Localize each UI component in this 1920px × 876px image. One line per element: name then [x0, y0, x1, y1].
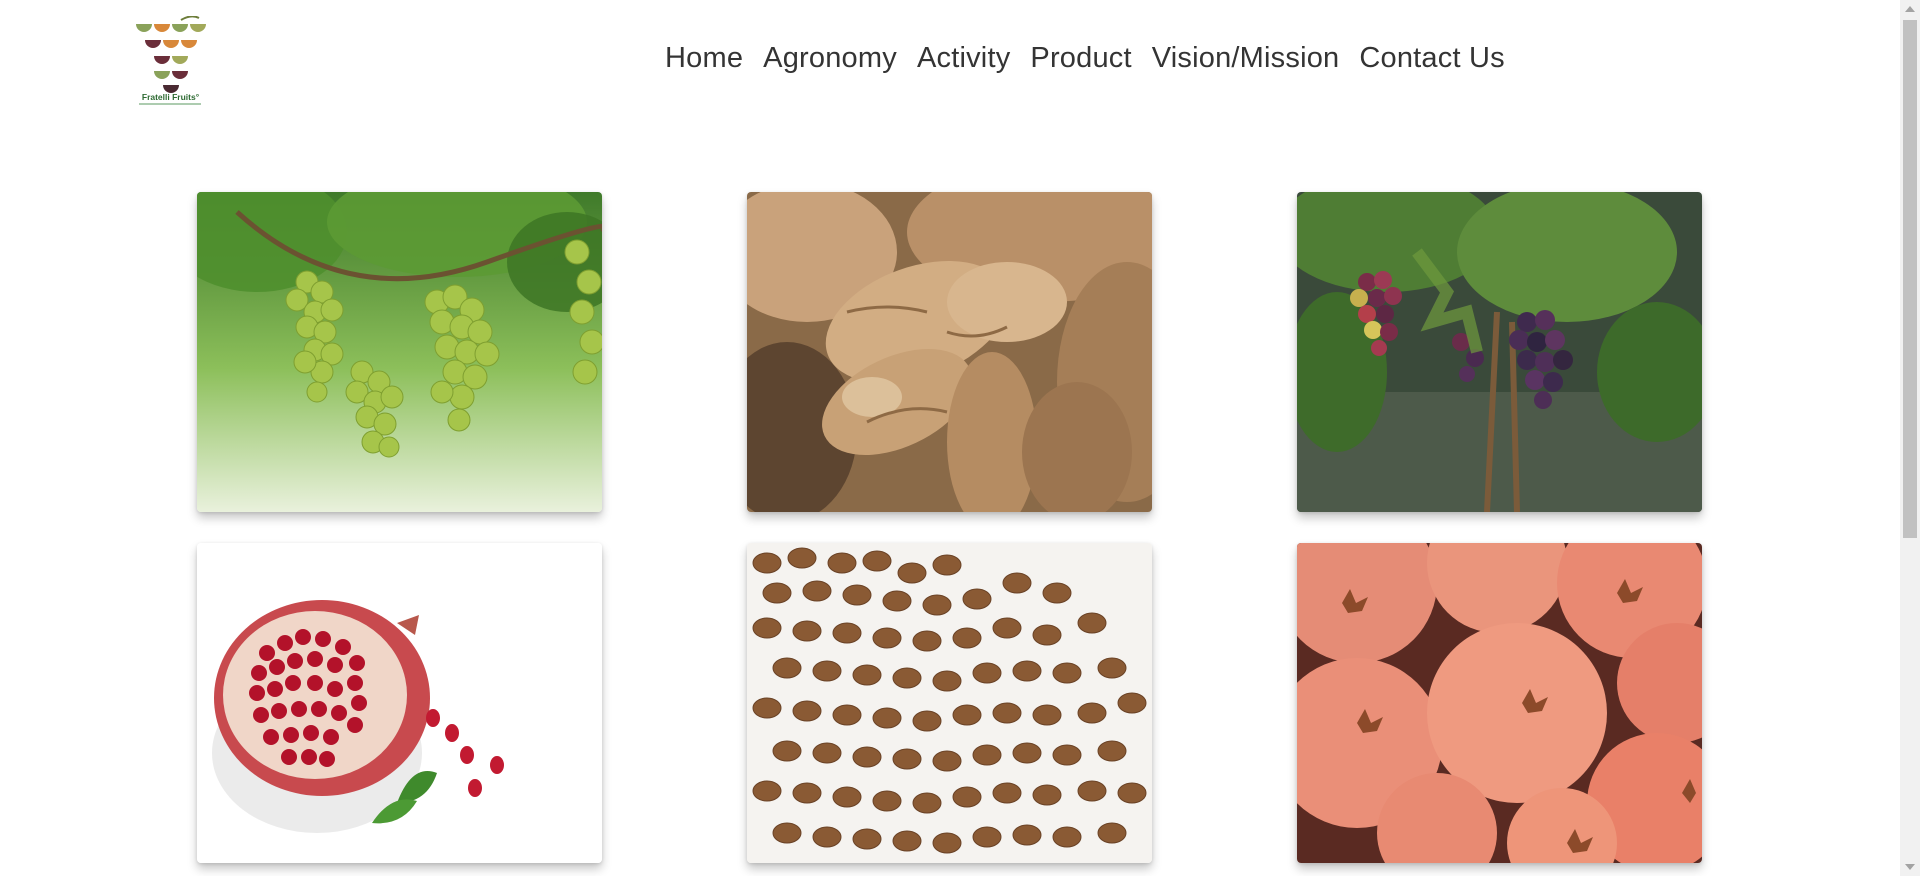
site-header: Fratelli Fruits° Home Agronomy Activity …	[0, 0, 1900, 130]
product-card-pomegranate-half[interactable]	[197, 543, 602, 863]
scroll-up-icon[interactable]	[1905, 6, 1915, 12]
chocolate-raisins-image	[747, 543, 1152, 863]
brand-tagline-line	[139, 103, 201, 105]
scrollbar-thumb[interactable]	[1903, 20, 1917, 538]
nav-vision-mission[interactable]: Vision/Mission	[1152, 42, 1340, 75]
green-grapes-image	[197, 192, 602, 512]
product-card-green-grapes[interactable]	[197, 192, 602, 512]
red-grapes-image	[1297, 192, 1702, 512]
nav-home[interactable]: Home	[665, 42, 743, 75]
nav-product[interactable]: Product	[1030, 42, 1131, 75]
product-card-ginger[interactable]	[747, 192, 1152, 512]
nav-activity[interactable]: Activity	[917, 42, 1010, 75]
pomegranate-half-image	[197, 543, 602, 863]
scroll-down-icon[interactable]	[1905, 864, 1915, 870]
pomegranates-image	[1297, 543, 1702, 863]
product-card-red-grapes[interactable]	[1297, 192, 1702, 512]
main-nav: Home Agronomy Activity Product Vision/Mi…	[665, 42, 1505, 75]
nav-contact-us[interactable]: Contact Us	[1359, 42, 1504, 75]
ginger-image	[747, 192, 1152, 512]
nav-agronomy[interactable]: Agronomy	[763, 42, 897, 75]
product-card-chocolate-raisins[interactable]	[747, 543, 1152, 863]
brand-logo[interactable]: Fratelli Fruits°	[133, 16, 208, 108]
vertical-scrollbar[interactable]	[1900, 0, 1920, 876]
product-card-pomegranates[interactable]	[1297, 543, 1702, 863]
brand-name: Fratelli Fruits°	[141, 92, 200, 102]
